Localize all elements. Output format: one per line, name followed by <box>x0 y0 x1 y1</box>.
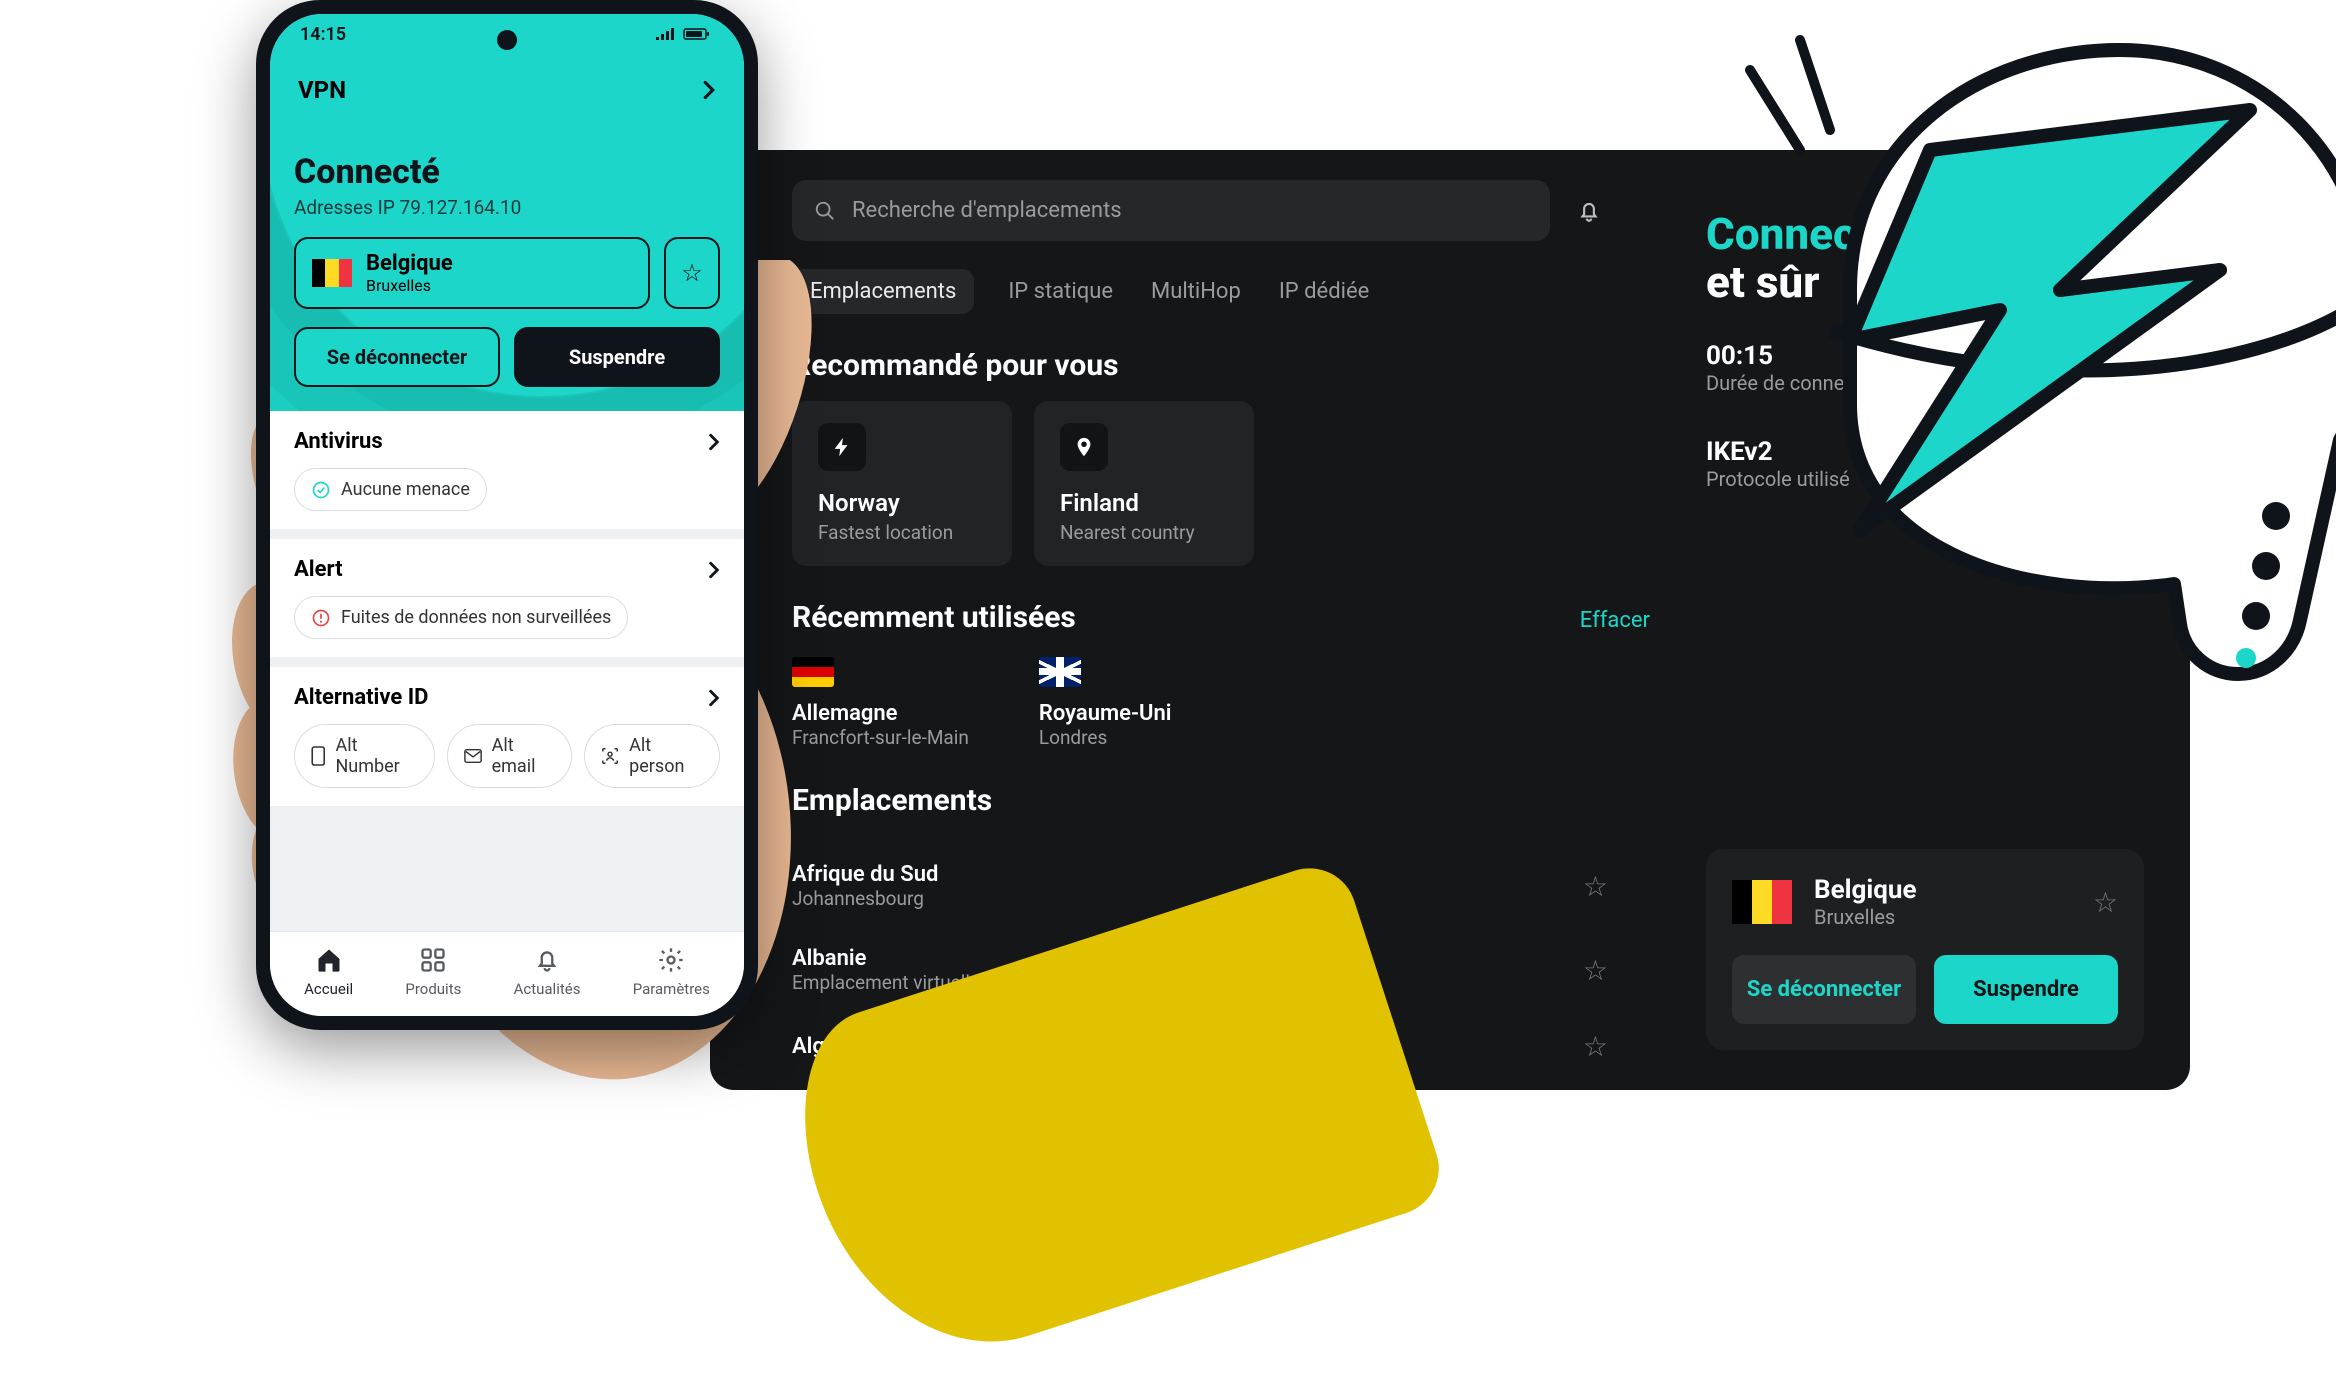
flag-belgium-icon <box>312 259 352 287</box>
mail-icon <box>464 748 482 764</box>
favorite-button[interactable]: ☆ <box>664 237 720 309</box>
server-selector[interactable]: Belgique Bruxelles <box>294 237 650 309</box>
chevron-right-icon <box>708 689 720 707</box>
reco-sub: Nearest country <box>1060 521 1228 544</box>
suspend-button[interactable]: Suspendre <box>1934 955 2118 1024</box>
nav-settings[interactable]: Paramètres <box>633 946 710 998</box>
nav-products[interactable]: Produits <box>405 946 461 998</box>
suspend-button[interactable]: Suspendre <box>514 327 720 387</box>
connection-card: Belgique Bruxelles ☆ Se déconnecter Susp… <box>1706 849 2144 1050</box>
hero-section: VPN Connecté Adresses IP 79.127.164.10 B… <box>270 54 744 411</box>
antivirus-card[interactable]: Antivirus Aucune menace <box>270 411 744 539</box>
star-icon[interactable]: ☆ <box>1583 870 1608 903</box>
altid-card[interactable]: Alternative ID Alt Number Alt email <box>270 667 744 806</box>
app-selector[interactable]: VPN <box>294 66 720 152</box>
clock: 14:15 <box>300 24 346 45</box>
reco-title: Finland <box>1060 489 1228 517</box>
search-icon <box>814 200 836 222</box>
disconnect-button[interactable]: Se déconnecter <box>1732 955 1916 1024</box>
flag-belgium-icon <box>1732 880 1792 924</box>
pin-icon <box>1073 434 1095 460</box>
alert-card[interactable]: Alert Fuites de données non surveillées <box>270 539 744 667</box>
clear-recent-link[interactable]: Effacer <box>1580 608 1650 633</box>
flag-uk-icon <box>1039 657 1081 687</box>
reco-item-nearest[interactable]: Finland Nearest country <box>1034 401 1254 566</box>
tab-ip-statique[interactable]: IP statique <box>1004 269 1117 314</box>
check-circle-icon <box>311 480 331 500</box>
grid-icon <box>419 946 447 974</box>
tab-multihop[interactable]: MultiHop <box>1147 269 1245 314</box>
recent-item[interactable]: Royaume-Uni Londres <box>1039 657 1172 749</box>
camera-notch <box>497 30 517 50</box>
tab-ip-dediee[interactable]: IP dédiée <box>1275 269 1373 314</box>
star-icon[interactable]: ☆ <box>1583 954 1608 987</box>
star-icon[interactable]: ☆ <box>1583 1030 1608 1063</box>
search-placeholder: Recherche d'emplacements <box>852 198 1122 223</box>
bottom-nav: Accueil Produits Actualités Paramètres <box>270 931 744 1016</box>
bell-icon <box>1576 198 1602 224</box>
chevron-right-icon <box>702 80 716 100</box>
phone-device: 14:15 VPN Connecté Adresses IP 79.127.16… <box>256 0 758 1030</box>
altid-pill[interactable]: Alt Number <box>294 724 435 788</box>
altid-pill[interactable]: Alt email <box>447 724 573 788</box>
search-input[interactable]: Recherche d'emplacements <box>792 180 1550 241</box>
home-icon <box>315 946 343 974</box>
status-pill: Fuites de données non surveillées <box>294 596 628 639</box>
phone-icon <box>311 746 325 766</box>
person-scan-icon <box>601 746 619 766</box>
bell-icon <box>533 946 561 974</box>
alert-circle-icon <box>311 608 331 628</box>
disconnect-button[interactable]: Se déconnecter <box>294 327 500 387</box>
chevron-right-icon <box>708 433 720 451</box>
gear-icon <box>657 946 685 974</box>
connection-status: Connecté <box>294 152 720 192</box>
altid-pill[interactable]: Alt person <box>584 724 720 788</box>
notifications-button[interactable] <box>1568 190 1610 232</box>
star-icon[interactable]: ☆ <box>2093 886 2118 919</box>
ip-address: Adresses IP 79.127.164.10 <box>294 196 720 219</box>
helmet-illustration <box>1710 30 2336 730</box>
nav-home[interactable]: Accueil <box>304 946 353 998</box>
nav-news[interactable]: Actualités <box>514 946 581 998</box>
chevron-right-icon <box>708 561 720 579</box>
status-pill: Aucune menace <box>294 468 487 511</box>
status-icons <box>654 27 714 41</box>
